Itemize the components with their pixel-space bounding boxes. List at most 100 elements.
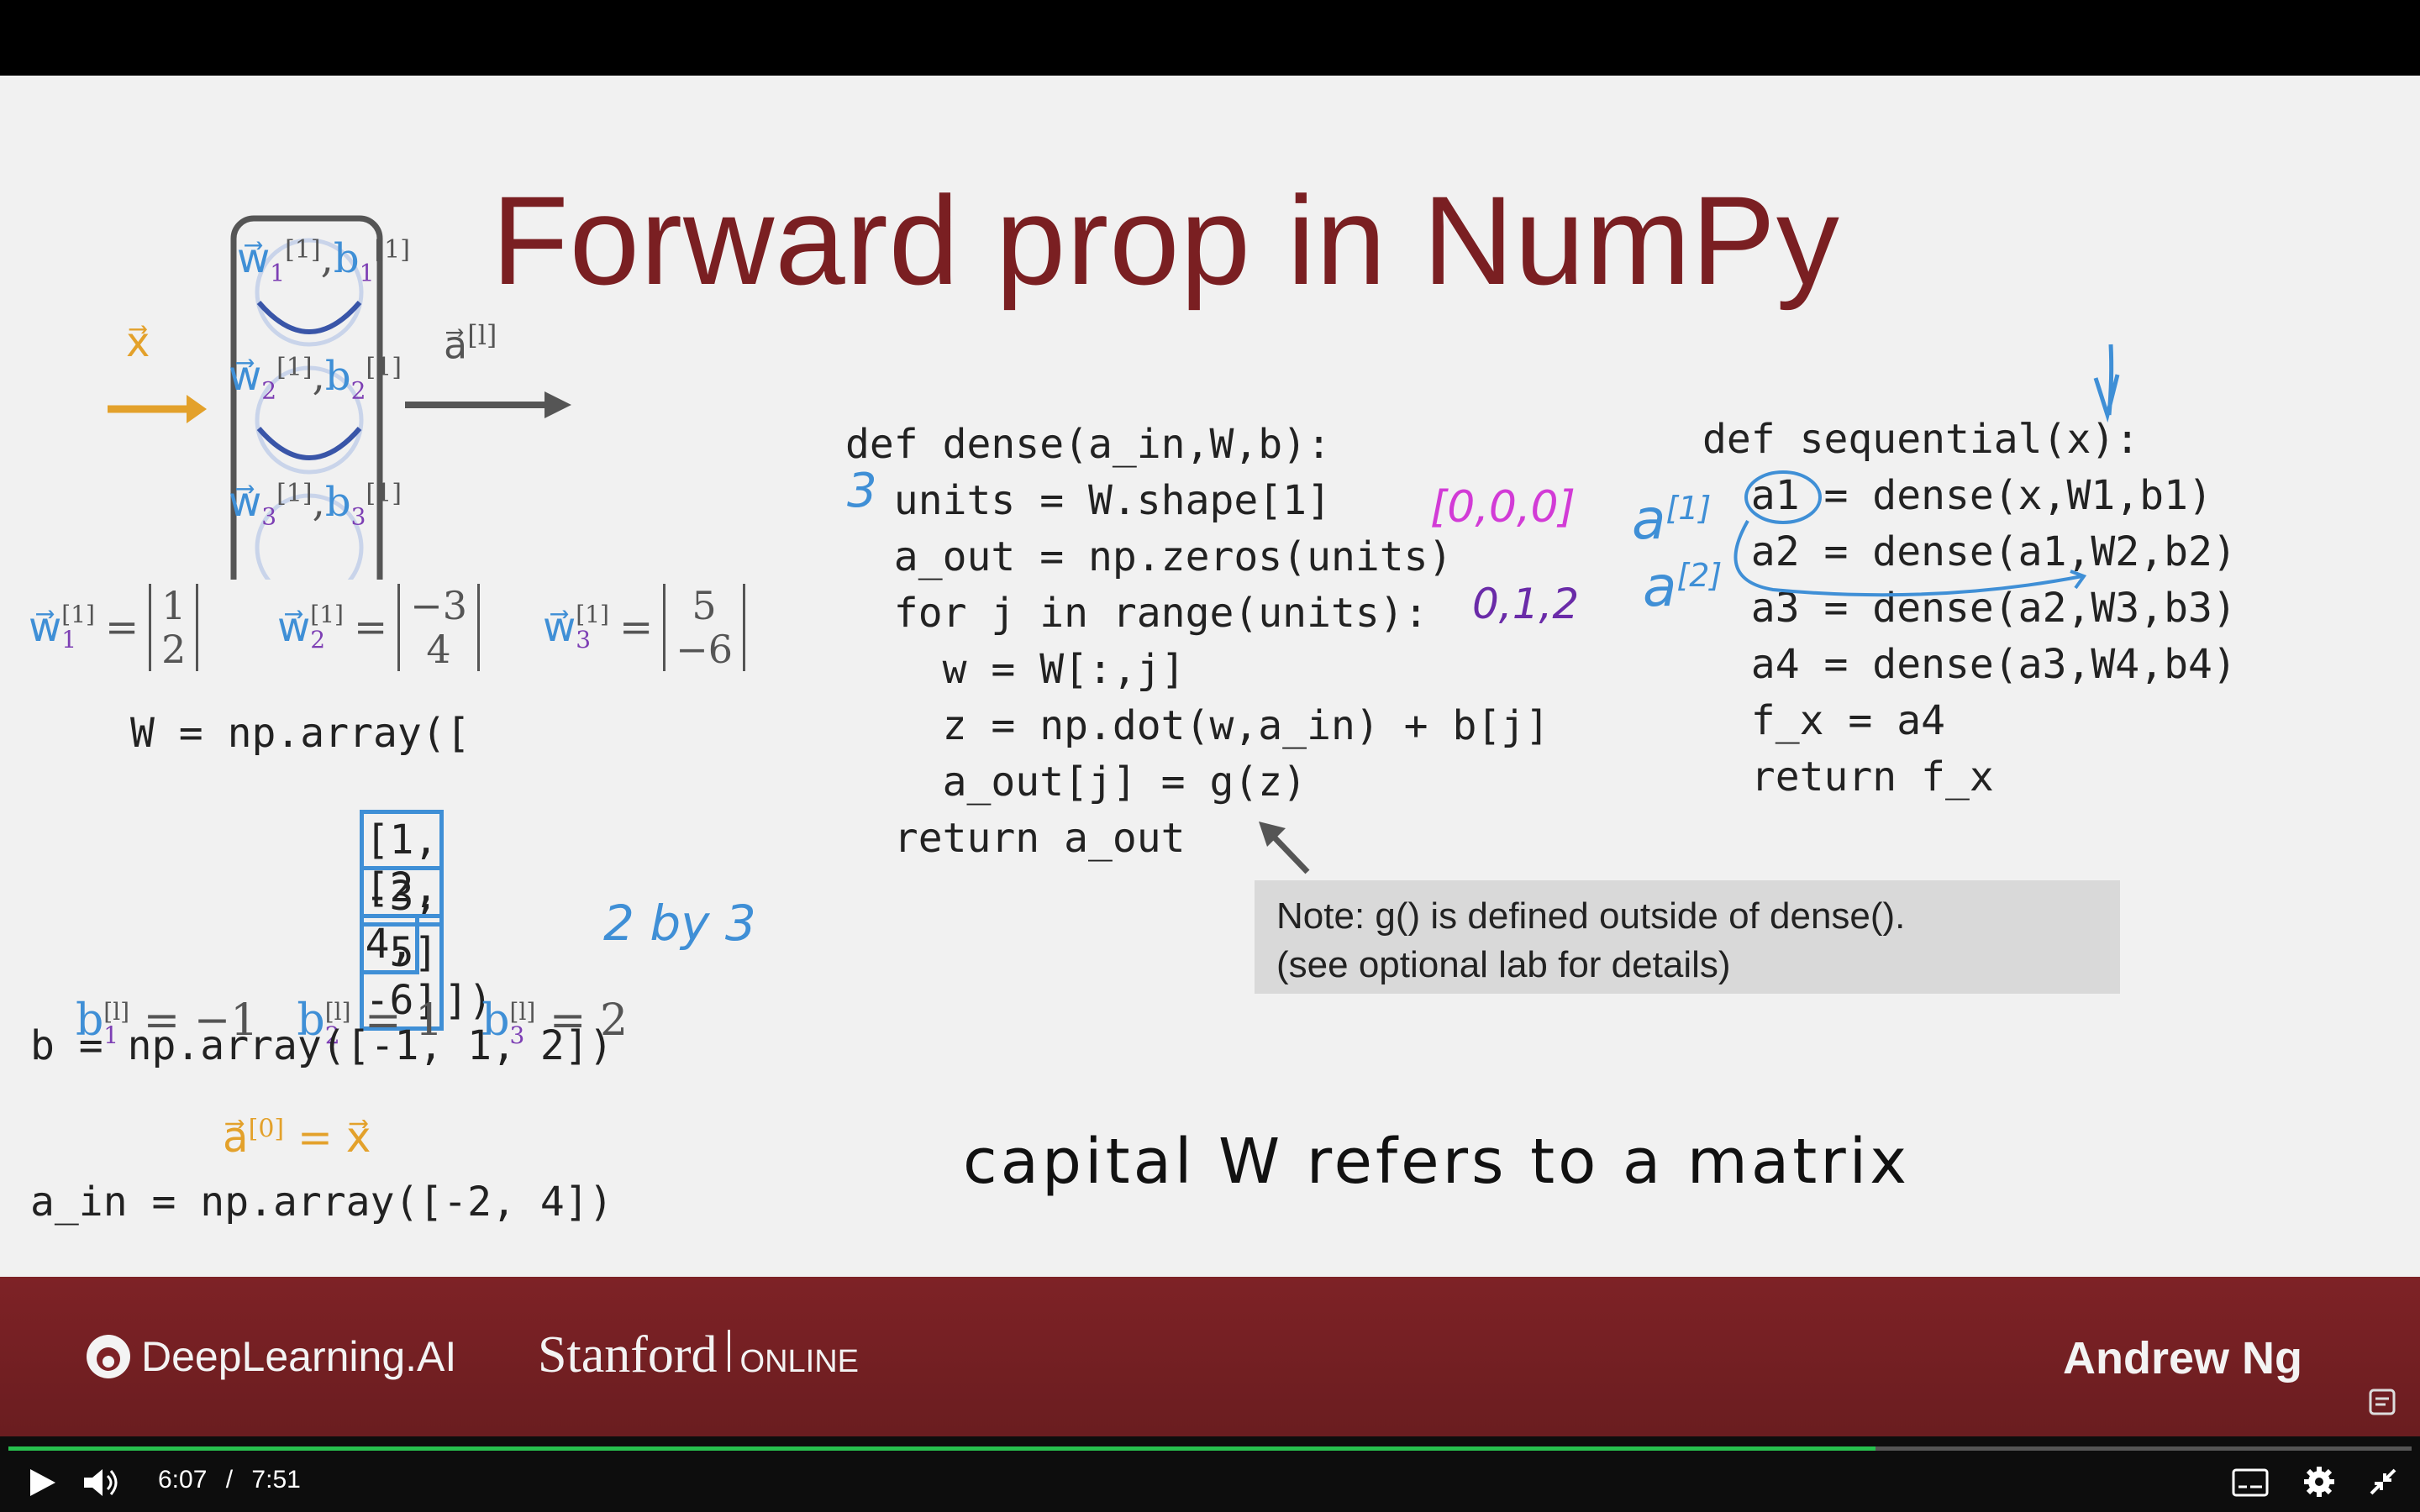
time-display: 6:07 / 7:51 — [158, 1466, 301, 1494]
weight-2-symbol: w⃗ — [277, 604, 311, 651]
neuron-2-w-sup: [1] — [276, 353, 313, 382]
weight-1-symbol: w⃗ — [29, 604, 62, 651]
settings-button[interactable] — [2302, 1465, 2336, 1503]
weight-1-bottom: 2 — [161, 627, 187, 672]
seq-line-3: a2 = dense(a1,W2,b2) — [1702, 528, 2237, 575]
dense-line-7: a_out[j] = g(z) — [845, 759, 1307, 806]
handwritten-3: 3 — [847, 464, 877, 518]
handwritten-capital-w-note: capital W refers to a matrix — [963, 1126, 1911, 1198]
note-line-2: (see optional lab for details) — [1276, 944, 1731, 985]
online-text: ONLINE — [739, 1344, 860, 1379]
neuron-1-label: w⃗1[1],b1[1] — [237, 235, 410, 287]
b-code: b = np.array([-1, 1, 2]) — [30, 1022, 613, 1069]
neuron-1-b-sup: [1] — [374, 235, 410, 265]
screenshot-icon[interactable] — [2368, 1388, 2396, 1416]
progress-bar[interactable] — [8, 1446, 2412, 1451]
neuron-3-b-sub: 3 — [350, 502, 366, 531]
weight-2-bottom: 4 — [426, 627, 451, 672]
time-separator: / — [225, 1466, 234, 1494]
volume-icon — [84, 1469, 118, 1496]
weight-2-sup: [1] — [310, 601, 344, 628]
neuron-3-w-sub: 3 — [261, 502, 277, 531]
handwritten-a1-sup: [1] — [1665, 490, 1712, 527]
stanford-text: Stanford — [538, 1326, 718, 1383]
sequential-function-code: def sequential(x): a1 = dense(x,W1,b1) a… — [1702, 412, 2237, 806]
deeplearning-icon — [87, 1335, 130, 1378]
a0-rhs: = x⃗ — [297, 1113, 371, 1162]
neuron-2-b: b — [324, 353, 351, 400]
play-icon — [30, 1469, 55, 1496]
stanford-divider — [727, 1330, 730, 1372]
dense-line-8: return a_out — [845, 815, 1186, 862]
deeplearning-logo: DeepLearning.AI — [84, 1332, 456, 1381]
a0-sup: [0] — [248, 1114, 285, 1144]
weight-3-bottom: −6 — [676, 627, 733, 672]
weight-3-symbol: w⃗ — [543, 604, 576, 651]
weight-3-sup: [1] — [576, 601, 609, 628]
current-time: 6:07 — [158, 1466, 208, 1494]
neuron-2-b-sub: 2 — [350, 376, 366, 405]
neuron-2-label: w⃗2[1],b2[1] — [229, 353, 402, 405]
handwritten-a2-letter: a — [1643, 554, 1677, 619]
dense-line-4: for j in range(units): — [845, 590, 1428, 637]
weight-3-sub: 3 — [576, 626, 592, 654]
w-row2-col2: 4, — [359, 918, 420, 974]
stanford-online-logo: Stanford ONLINE — [538, 1326, 859, 1385]
seq-line-5: a4 = dense(a3,W4,b4) — [1702, 641, 2237, 688]
neuron-2-w-sub: 2 — [261, 376, 277, 405]
weight-2-sub: 2 — [310, 626, 326, 654]
dense-line-3: a_out = np.zeros(units) — [845, 533, 1453, 580]
handwritten-a2-sup: [2] — [1676, 557, 1723, 594]
neuron-2-w: w⃗ — [229, 353, 262, 400]
output-a-superscript: [l] — [467, 319, 497, 351]
w-code-line-1: W = np.array([ — [130, 710, 471, 757]
neuron-3-b: b — [324, 479, 351, 526]
weight-1-sub: 1 — [61, 626, 77, 654]
volume-button[interactable] — [81, 1466, 121, 1504]
handwritten-012: 0,1,2 — [1472, 580, 1580, 628]
neuron-3-label: w⃗3[1],b3[1] — [229, 479, 402, 531]
seq-line-2: a1 = dense(x,W1,b1) — [1702, 472, 2212, 519]
neuron-1-w: w⃗ — [237, 235, 271, 282]
weight-vector-3: w⃗ [1] 3 = 5 −6 — [543, 584, 745, 671]
exit-fullscreen-button[interactable] — [2368, 1467, 2398, 1501]
slide-title: Forward prop in NumPy — [492, 170, 1840, 311]
neuron-3-w: w⃗ — [229, 479, 262, 526]
weight-2-top: −3 — [410, 583, 467, 628]
weight-1-top: 1 — [161, 583, 187, 628]
seq-line-1: def sequential(x): — [1702, 416, 2140, 463]
handwritten-zeros: [0,0,0] — [1430, 482, 1576, 533]
weight-1-sup: [1] — [61, 601, 95, 628]
seq-line-7: return f_x — [1702, 753, 1994, 801]
a0-equation: a⃗[0] = x⃗ — [223, 1113, 371, 1162]
exit-fullscreen-icon — [2370, 1468, 2396, 1495]
seq-line-6: f_x = a4 — [1702, 697, 1945, 744]
handwritten-a1-letter: a — [1632, 487, 1666, 552]
captions-icon — [2232, 1468, 2269, 1497]
w-row2-col1: [2, — [359, 862, 445, 918]
slide: Forward prop in NumPy x⃗ a⃗[l] w⃗1[1],b1… — [0, 76, 2420, 1277]
neuron-1-w-sub: 1 — [270, 259, 286, 287]
handwritten-a1: a[1] — [1632, 487, 1711, 552]
note-box: Note: g() is defined outside of dense().… — [1255, 880, 2120, 994]
input-x-label: x⃗ — [126, 319, 150, 366]
dense-line-5: w = W[:,j] — [845, 646, 1186, 693]
play-button[interactable] — [25, 1466, 59, 1504]
neuron-1-b-sub: 1 — [359, 259, 375, 287]
deeplearning-text: DeepLearning.AI — [141, 1333, 457, 1380]
output-a-label: a⃗[l] — [444, 319, 497, 367]
neuron-2-b-sup: [1] — [366, 353, 402, 382]
dense-line-6: z = np.dot(w,a_in) + b[j] — [845, 702, 1550, 749]
layer-diagram: x⃗ a⃗[l] w⃗1[1],b1[1] w⃗2[1],b2[1] w⃗3[1… — [0, 76, 605, 580]
neuron-3-b-sup: [1] — [366, 479, 402, 508]
progress-bar-fill — [8, 1446, 1876, 1451]
dense-line-1: def dense(a_in,W,b): — [845, 421, 1331, 468]
a0-symbol: a⃗ — [223, 1113, 249, 1162]
presenter-name: Andrew Ng — [2063, 1333, 2303, 1383]
seq-line-4: a3 = dense(a2,W3,b3) — [1702, 585, 2237, 632]
neuron-3-w-sup: [1] — [276, 479, 313, 508]
weight-vector-2: w⃗ [1] 2 = −3 4 — [277, 584, 480, 671]
handwritten-2-by-3: 2 by 3 — [603, 895, 756, 952]
duration: 7:51 — [251, 1466, 301, 1494]
captions-button[interactable] — [2232, 1468, 2269, 1501]
